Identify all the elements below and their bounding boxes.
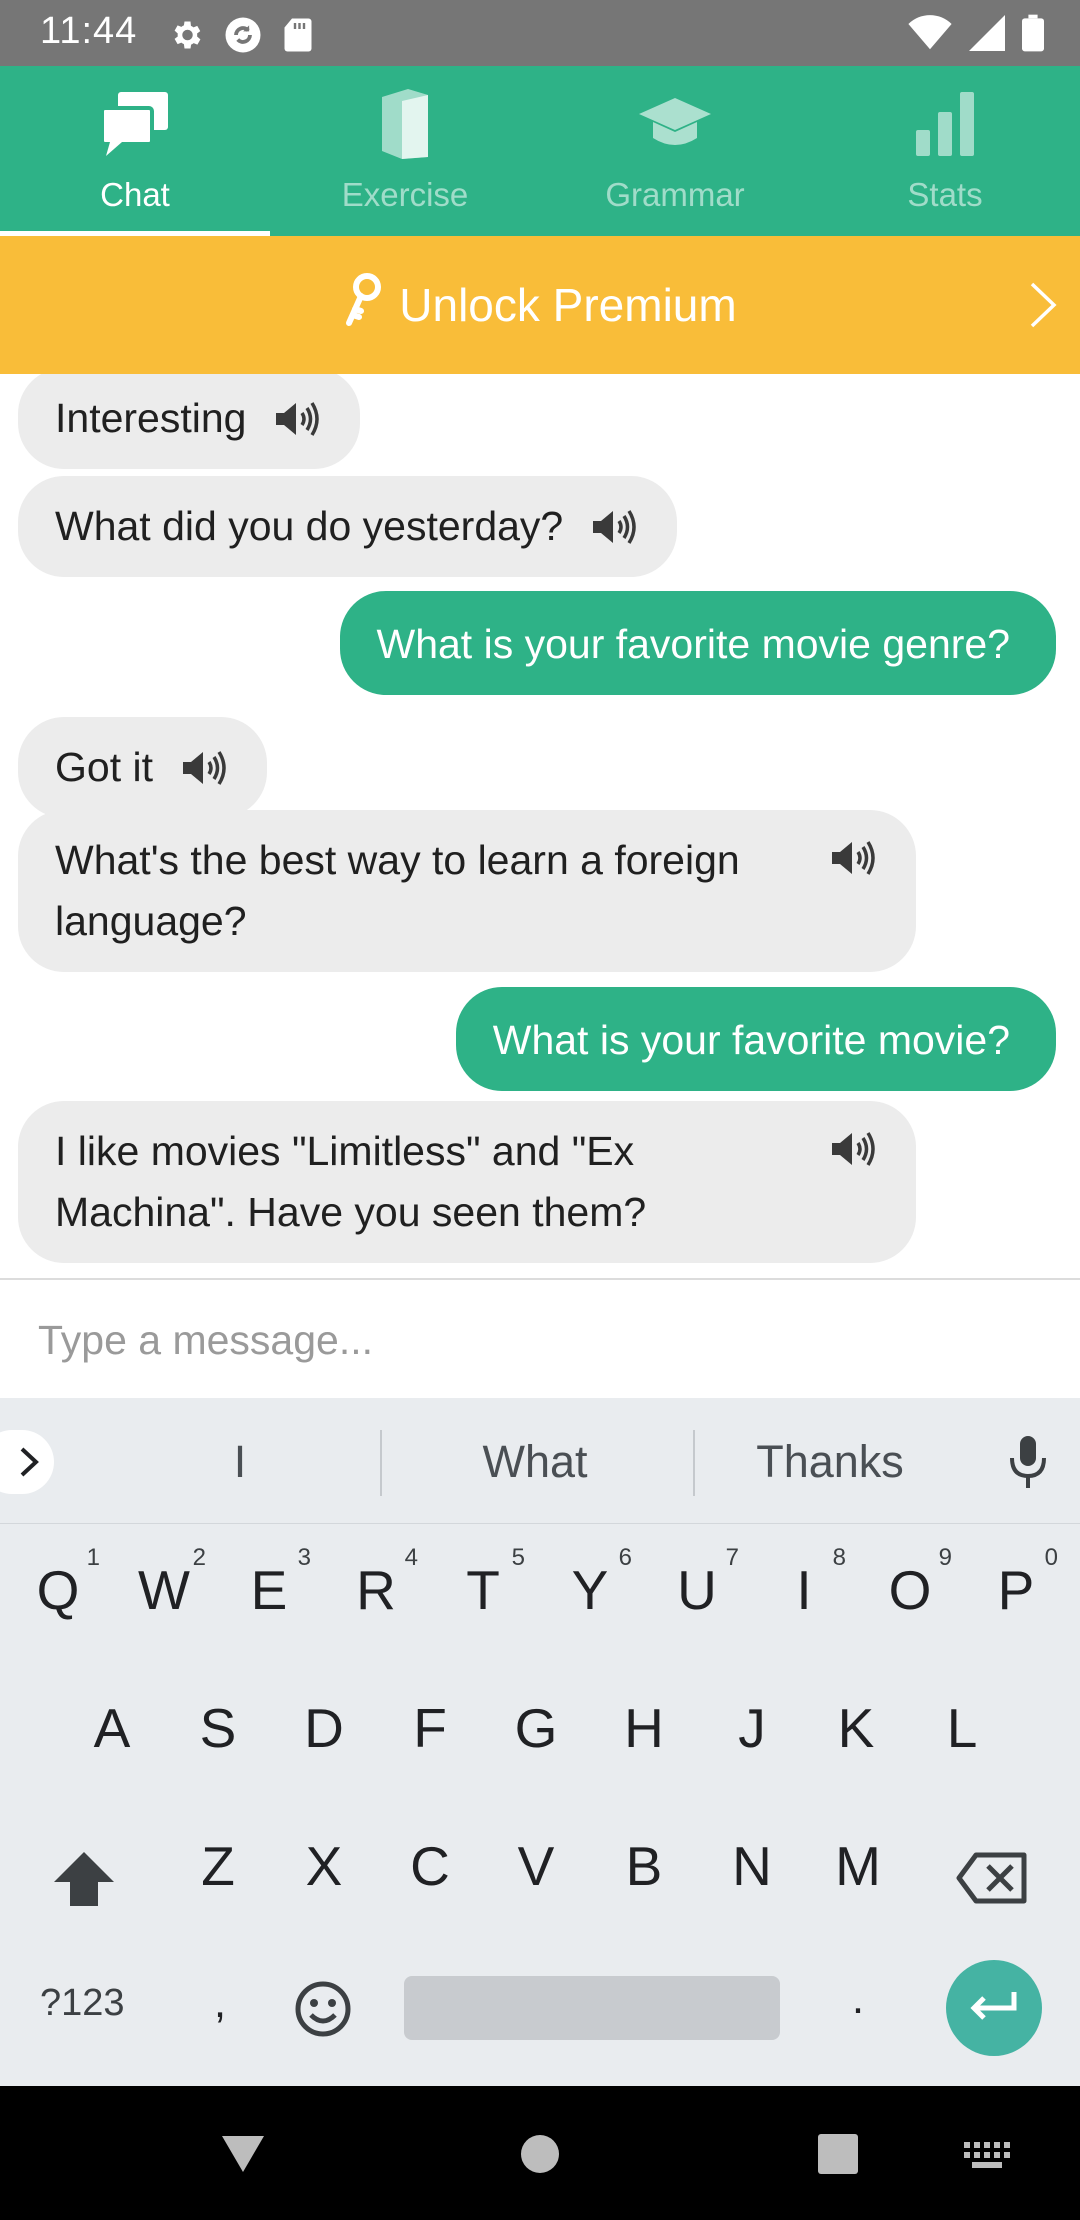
message-text: Got it [55, 744, 153, 790]
key-comma[interactable]: , [176, 1978, 264, 2028]
bot-message: Interesting [18, 374, 361, 469]
message-input[interactable] [38, 1302, 1038, 1378]
key-o[interactable]: O9 [866, 1544, 954, 1622]
message-text-line: language? [55, 898, 247, 944]
key-m[interactable]: M [814, 1834, 902, 1898]
key-e[interactable]: E3 [225, 1544, 313, 1622]
microphone-icon[interactable] [1006, 1434, 1050, 1495]
chevron-right-icon [1028, 280, 1058, 335]
back-icon[interactable] [220, 2134, 266, 2179]
message-text-line: I like movies "Limitless" and "Ex [55, 1128, 635, 1174]
key-v[interactable]: V [492, 1834, 580, 1898]
message-text: Interesting [55, 395, 247, 441]
backspace-icon[interactable] [956, 1852, 1028, 1909]
chat-icon [100, 86, 170, 162]
suggestion-divider [380, 1430, 382, 1496]
speaker-icon[interactable] [274, 399, 324, 439]
key-q[interactable]: Q1 [14, 1544, 102, 1622]
speaker-icon[interactable] [181, 748, 231, 788]
tab-grammar[interactable]: Grammar [540, 66, 810, 236]
message-text-line: What's the best way to learn a foreign [55, 837, 740, 883]
key-g[interactable]: G [492, 1696, 580, 1760]
book-icon [376, 86, 434, 162]
tab-exercise[interactable]: Exercise [270, 66, 540, 236]
home-icon[interactable] [520, 2134, 560, 2179]
key-period[interactable]: . [814, 1974, 902, 2024]
key-j[interactable]: J [708, 1696, 796, 1760]
symbols-key[interactable]: ?123 [40, 1982, 125, 2025]
bot-message: What's the best way to learn a foreign l… [18, 810, 916, 972]
key-h[interactable]: H [600, 1696, 688, 1760]
keyboard-switch-icon[interactable] [964, 2142, 1010, 2175]
tab-exercise-label: Exercise [341, 176, 469, 213]
key-i[interactable]: I8 [760, 1544, 848, 1622]
suggestion-word[interactable]: What [430, 1436, 640, 1488]
tab-grammar-label: Grammar [605, 176, 745, 213]
key-b[interactable]: B [600, 1834, 688, 1898]
sync-icon [222, 14, 264, 61]
status-time: 11:44 [40, 10, 138, 52]
speaker-icon[interactable] [830, 1129, 880, 1169]
key-d[interactable]: D [280, 1696, 368, 1760]
key-r[interactable]: R4 [332, 1544, 420, 1622]
tab-chat[interactable]: Chat [0, 66, 270, 236]
message-text: What did you do yesterday? [55, 503, 564, 549]
suggestion-word[interactable]: Thanks [720, 1436, 940, 1488]
emoji-icon[interactable] [294, 1980, 352, 2043]
wifi-icon [908, 15, 952, 56]
key-x[interactable]: X [280, 1834, 368, 1898]
chat-messages: Interesting What did you do yesterday? W… [0, 374, 1080, 1278]
graduation-cap-icon [637, 86, 713, 162]
key-k[interactable]: K [812, 1696, 900, 1760]
key-u[interactable]: U7 [653, 1544, 741, 1622]
recents-icon[interactable] [818, 2134, 858, 2179]
chevron-right-icon [20, 1447, 39, 1477]
bot-message: Got it [18, 717, 267, 818]
message-input-area [0, 1278, 1080, 1398]
suggestion-strip: I What Thanks [0, 1398, 1080, 1524]
bot-message: What did you do yesterday? [18, 476, 678, 577]
battery-icon [1022, 14, 1044, 57]
system-nav-bar [0, 2086, 1080, 2220]
shift-icon[interactable] [52, 1850, 116, 1913]
key-l[interactable]: L [918, 1696, 1006, 1760]
key-f[interactable]: F [386, 1696, 474, 1760]
key-z[interactable]: Z [174, 1834, 262, 1898]
message-text: What is your favorite movie? [492, 1016, 1010, 1063]
suggestion-divider [693, 1430, 695, 1496]
sd-card-icon [282, 17, 314, 58]
premium-label: Unlock Premium [399, 279, 737, 331]
settings-icon [168, 17, 204, 58]
message-text: What is your favorite movie genre? [376, 620, 1011, 667]
key-a[interactable]: A [68, 1696, 156, 1760]
speaker-icon[interactable] [591, 507, 641, 547]
status-bar: 11:44 [0, 0, 1080, 66]
key-n[interactable]: N [708, 1834, 796, 1898]
signal-icon [968, 15, 1006, 56]
user-message: What is your favorite movie? [455, 987, 1056, 1091]
tab-stats-label: Stats [907, 176, 983, 213]
tab-bar: Chat Exercise Grammar Stats [0, 66, 1080, 236]
speaker-icon[interactable] [830, 838, 880, 878]
key-t[interactable]: T5 [439, 1544, 527, 1622]
suggestion-word[interactable]: I [170, 1436, 310, 1488]
tab-chat-label: Chat [100, 176, 170, 213]
expand-toolbar-button[interactable] [0, 1430, 54, 1494]
space-key[interactable] [404, 1976, 780, 2040]
key-s[interactable]: S [174, 1696, 262, 1760]
enter-key[interactable] [946, 1960, 1042, 2056]
key-p[interactable]: P0 [972, 1544, 1060, 1622]
unlock-premium-banner[interactable]: Unlock Premium [0, 236, 1080, 374]
bar-chart-icon [914, 86, 976, 162]
bot-message: I like movies "Limitless" and "Ex Machin… [18, 1101, 916, 1263]
message-text-line: Machina". Have you seen them? [55, 1189, 647, 1235]
tab-stats[interactable]: Stats [810, 66, 1080, 236]
key-y[interactable]: Y6 [546, 1544, 634, 1622]
key-c[interactable]: C [386, 1834, 474, 1898]
keyboard: I What Thanks Q1 W2 E3 R4 T5 Y6 U7 I8 O9… [0, 1398, 1080, 2086]
key-icon [343, 272, 383, 338]
user-message: What is your favorite movie genre? [339, 591, 1056, 695]
enter-icon [970, 1992, 1017, 2020]
key-w[interactable]: W2 [120, 1544, 208, 1622]
